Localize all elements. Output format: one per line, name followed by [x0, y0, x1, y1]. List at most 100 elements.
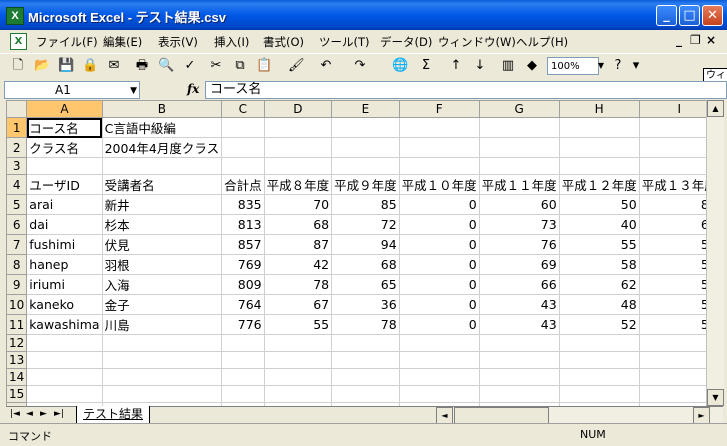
cell[interactable]: 68: [263, 214, 333, 235]
cell[interactable]: 42: [263, 254, 333, 275]
cell[interactable]: クラス名: [26, 137, 103, 158]
cell[interactable]: 72: [331, 214, 400, 235]
menu-insert[interactable]: 挿入(I): [214, 34, 249, 50]
cell[interactable]: [638, 137, 706, 158]
format-painter-icon[interactable]: 🖌: [288, 58, 305, 74]
cell[interactable]: [26, 334, 103, 352]
chevron-down-icon[interactable]: ▼: [596, 57, 606, 75]
spelling-icon[interactable]: ✓: [182, 58, 198, 74]
cell[interactable]: [478, 351, 560, 369]
cell[interactable]: 0: [398, 314, 480, 335]
undo-icon[interactable]: ↶: [318, 58, 334, 74]
cell[interactable]: 55: [263, 314, 333, 335]
cell[interactable]: [26, 368, 103, 386]
row-header[interactable]: 14: [6, 368, 28, 386]
cell[interactable]: 入海: [101, 274, 223, 295]
cell[interactable]: 平成８年度: [263, 174, 333, 195]
row-header[interactable]: 2: [6, 137, 28, 158]
cell[interactable]: 78: [331, 314, 400, 335]
cell[interactable]: 0: [398, 194, 480, 215]
cell[interactable]: 813: [221, 214, 265, 235]
worksheet-grid[interactable]: ABCDEFGHIJ 1コース名C言語中級編2クラス名2004年4月度クラス34…: [6, 100, 706, 406]
cell[interactable]: [558, 351, 640, 369]
cell[interactable]: 68: [331, 254, 400, 275]
cell[interactable]: [478, 137, 560, 158]
chevron-down-icon[interactable]: ▼: [130, 83, 137, 99]
cell[interactable]: 58: [638, 274, 706, 295]
minimize-button[interactable]: _: [656, 5, 677, 26]
column-header[interactable]: F: [398, 100, 480, 118]
cell[interactable]: [221, 351, 265, 369]
cell[interactable]: [101, 368, 223, 386]
cell[interactable]: 杉本: [101, 214, 223, 235]
cell[interactable]: kaneko: [26, 294, 103, 315]
cell[interactable]: [221, 137, 265, 158]
first-sheet-icon[interactable]: |◄: [10, 409, 20, 419]
cell[interactable]: [638, 157, 706, 175]
cell[interactable]: 平成１３年度: [638, 174, 706, 195]
cell[interactable]: 羽根: [101, 254, 223, 275]
doc-close-button[interactable]: ×: [706, 33, 716, 47]
excel-app-icon[interactable]: X: [6, 7, 24, 25]
cell[interactable]: [638, 334, 706, 352]
cell[interactable]: 平成１１年度: [478, 174, 560, 195]
menu-file[interactable]: ファイル(F): [36, 34, 98, 50]
cell[interactable]: [398, 385, 480, 403]
cell[interactable]: [558, 385, 640, 403]
insert-function-icon[interactable]: fx: [187, 82, 199, 96]
doc-restore-button[interactable]: ❐: [690, 33, 701, 47]
row-header[interactable]: 13: [6, 351, 28, 369]
cell[interactable]: 62: [558, 274, 640, 295]
horizontal-scrollbar[interactable]: ◄ ►: [436, 407, 723, 424]
print-preview-icon[interactable]: 🔍: [158, 58, 174, 74]
scroll-left-icon[interactable]: ◄: [436, 407, 453, 424]
cell[interactable]: [263, 137, 333, 158]
cell[interactable]: [398, 368, 480, 386]
cell[interactable]: [398, 117, 480, 138]
cell[interactable]: 769: [221, 254, 265, 275]
row-header[interactable]: 4: [6, 174, 28, 195]
cell[interactable]: 52: [638, 294, 706, 315]
cell[interactable]: 平成９年度: [331, 174, 400, 195]
row-header[interactable]: 7: [6, 234, 28, 255]
horizontal-scroll-thumb[interactable]: [454, 407, 549, 424]
row-header[interactable]: 9: [6, 274, 28, 295]
cell[interactable]: [263, 351, 333, 369]
column-header[interactable]: H: [558, 100, 640, 118]
cell[interactable]: [221, 385, 265, 403]
cell[interactable]: 69: [478, 254, 560, 275]
formula-input[interactable]: コース名: [205, 81, 727, 99]
autosum-icon[interactable]: Σ: [418, 58, 434, 74]
cell[interactable]: 43: [478, 314, 560, 335]
paste-icon[interactable]: 📋: [256, 58, 272, 74]
row-header[interactable]: 6: [6, 214, 28, 235]
cell[interactable]: 合計点: [221, 174, 265, 195]
cell[interactable]: 835: [221, 194, 265, 215]
cell[interactable]: [331, 351, 400, 369]
cell[interactable]: [101, 157, 223, 175]
cell[interactable]: [263, 385, 333, 403]
column-header[interactable]: C: [221, 100, 265, 118]
cell[interactable]: iriumi: [26, 274, 103, 295]
sort-descending-icon[interactable]: ↓: [472, 58, 488, 74]
cell[interactable]: [558, 334, 640, 352]
row-header[interactable]: 8: [6, 254, 28, 275]
cell[interactable]: 0: [398, 254, 480, 275]
cell[interactable]: [221, 368, 265, 386]
cell[interactable]: 受講者名: [101, 174, 223, 195]
cell[interactable]: 73: [478, 214, 560, 235]
cell[interactable]: 764: [221, 294, 265, 315]
cell[interactable]: 48: [558, 294, 640, 315]
cell[interactable]: 0: [398, 274, 480, 295]
cell[interactable]: 66: [478, 274, 560, 295]
cell[interactable]: 70: [263, 194, 333, 215]
last-sheet-icon[interactable]: ►|: [54, 409, 64, 419]
cell[interactable]: 80: [638, 194, 706, 215]
cell[interactable]: [221, 117, 265, 138]
cell[interactable]: 85: [331, 194, 400, 215]
cell[interactable]: [638, 385, 706, 403]
hyperlink-icon[interactable]: 🌐: [392, 58, 408, 74]
row-header[interactable]: 3: [6, 157, 28, 175]
cell[interactable]: [398, 351, 480, 369]
email-icon[interactable]: ✉: [106, 58, 122, 74]
